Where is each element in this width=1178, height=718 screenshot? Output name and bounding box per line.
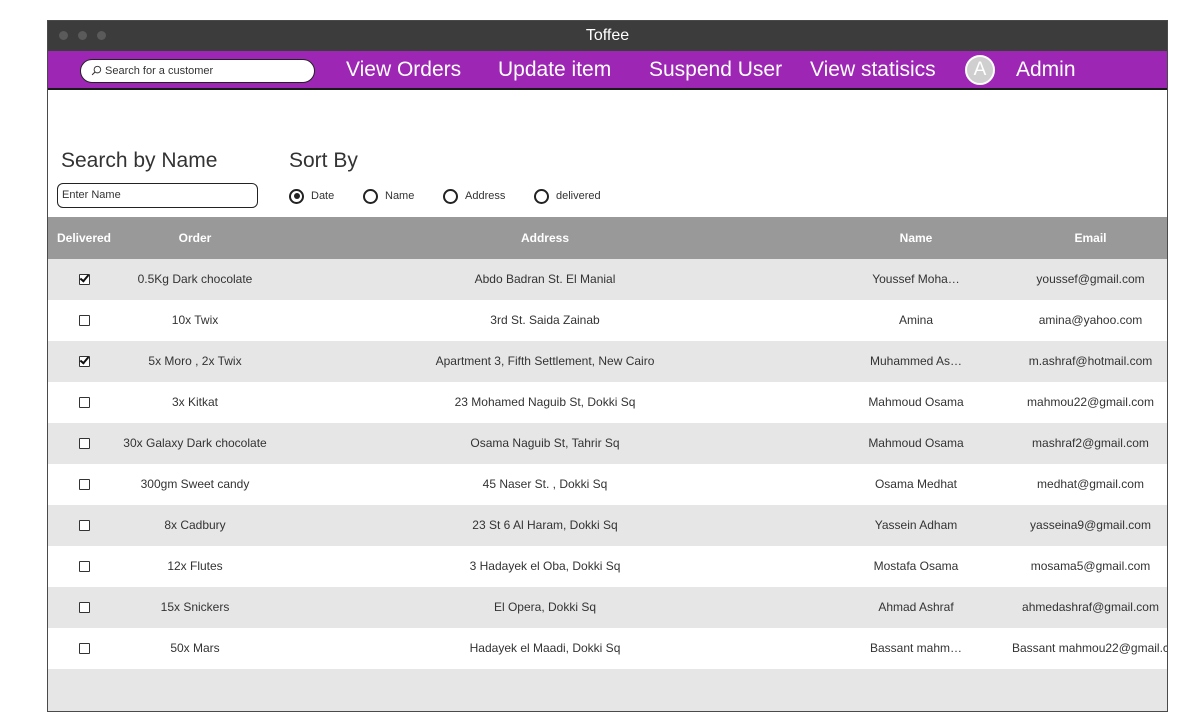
name-cell: Amina bbox=[898, 313, 933, 327]
top-navbar: Search for a customer View Orders Update… bbox=[48, 51, 1167, 90]
name-cell: Mostafa Osama bbox=[873, 559, 959, 573]
table-row[interactable]: 0.5Kg Dark chocolate Abdo Badran St. El … bbox=[48, 259, 1167, 300]
app-window: Toffee Search for a customer View Orders… bbox=[47, 20, 1168, 712]
order-cell: 30x Galaxy Dark chocolate bbox=[123, 436, 267, 450]
name-cell: Youssef Moha… bbox=[872, 272, 960, 286]
table-row[interactable]: 5x Moro , 2x Twix Apartment 3, Fifth Set… bbox=[48, 341, 1167, 382]
delivered-checkbox-checked[interactable] bbox=[79, 356, 90, 367]
table-row[interactable]: 30x Galaxy Dark chocolate Osama Naguib S… bbox=[48, 423, 1167, 464]
nav-admin[interactable]: Admin bbox=[1016, 55, 1076, 85]
title-bar: Toffee bbox=[48, 21, 1167, 51]
name-cell: Osama Medhat bbox=[874, 477, 958, 491]
sort-radio-label: Address bbox=[465, 190, 506, 202]
name-search-input[interactable]: Enter Name bbox=[57, 183, 258, 208]
delivered-checkbox[interactable] bbox=[79, 602, 90, 613]
header-delivered[interactable]: Delivered bbox=[48, 217, 120, 259]
email-cell: ahmedashraf@gmail.com bbox=[1022, 600, 1159, 614]
name-cell: Muhammed As… bbox=[869, 354, 963, 368]
customer-search-input[interactable]: Search for a customer bbox=[80, 59, 315, 83]
delivered-checkbox[interactable] bbox=[79, 438, 90, 449]
search-icon bbox=[91, 65, 102, 76]
header-address[interactable]: Address bbox=[270, 217, 820, 259]
delivered-checkbox[interactable] bbox=[79, 479, 90, 490]
name-cell: Yassein Adham bbox=[874, 518, 958, 532]
table-row[interactable]: 10x Twix 3rd St. Saida Zainab Amina amin… bbox=[48, 300, 1167, 341]
address-cell: 3 Hadayek el Oba, Dokki Sq bbox=[469, 559, 621, 573]
header-order[interactable]: Order bbox=[120, 217, 270, 259]
order-cell: 8x Cadbury bbox=[164, 518, 226, 532]
header-email[interactable]: Email bbox=[1012, 217, 1167, 259]
email-cell: mashraf2@gmail.com bbox=[1032, 436, 1149, 450]
sort-by-heading: Sort By bbox=[289, 149, 358, 172]
radio-unselected-icon bbox=[534, 188, 549, 204]
delivered-checkbox[interactable] bbox=[79, 315, 90, 326]
address-cell: Hadayek el Maadi, Dokki Sq bbox=[469, 641, 621, 655]
table-row[interactable]: 300gm Sweet candy 45 Naser St. , Dokki S… bbox=[48, 464, 1167, 505]
radio-unselected-icon bbox=[363, 188, 378, 204]
email-cell: mosama5@gmail.com bbox=[1030, 559, 1151, 573]
order-cell: 50x Mars bbox=[170, 641, 220, 655]
table-row[interactable]: 3x Kitkat 23 Mohamed Naguib St, Dokki Sq… bbox=[48, 382, 1167, 423]
sort-radio-label: Date bbox=[311, 190, 335, 202]
email-cell: amina@yahoo.com bbox=[1038, 313, 1143, 327]
name-cell: Bassant mahm… bbox=[869, 641, 963, 655]
order-cell: 10x Twix bbox=[171, 313, 219, 327]
email-cell: mahmou22@gmail.com bbox=[1027, 395, 1154, 409]
table-footer bbox=[48, 669, 1167, 711]
delivered-checkbox-checked[interactable] bbox=[79, 274, 90, 285]
order-cell: 12x Flutes bbox=[167, 559, 223, 573]
address-cell: Apartment 3, Fifth Settlement, New Cairo bbox=[435, 354, 655, 368]
sort-radio-address[interactable]: Address bbox=[443, 188, 506, 204]
name-cell: Ahmad Ashraf bbox=[878, 600, 954, 614]
table-row[interactable]: 8x Cadbury 23 St 6 Al Haram, Dokki Sq Ya… bbox=[48, 505, 1167, 546]
email-cell: medhat@gmail.com bbox=[1037, 477, 1144, 491]
radio-selected-icon bbox=[289, 188, 304, 204]
sort-radio-date[interactable]: Date bbox=[289, 188, 335, 204]
delivered-checkbox[interactable] bbox=[79, 643, 90, 654]
radio-unselected-icon bbox=[443, 188, 458, 204]
header-name[interactable]: Name bbox=[820, 217, 1012, 259]
sort-radio-label: Name bbox=[385, 190, 415, 202]
name-cell: Mahmoud Osama bbox=[868, 436, 964, 450]
sort-radio-delivered[interactable]: delivered bbox=[534, 188, 601, 204]
email-cell: Bassant mahmou22@gmail.com bbox=[1012, 641, 1167, 655]
delivered-checkbox[interactable] bbox=[79, 561, 90, 572]
address-cell: Osama Naguib St, Tahrir Sq bbox=[470, 436, 620, 450]
address-cell: Abdo Badran St. El Manial bbox=[474, 272, 616, 286]
address-cell: 23 St 6 Al Haram, Dokki Sq bbox=[472, 518, 618, 532]
sort-radio-label: delivered bbox=[556, 190, 601, 202]
order-cell: 0.5Kg Dark chocolate bbox=[137, 272, 253, 286]
email-cell: youssef@gmail.com bbox=[1036, 272, 1145, 286]
table-row[interactable]: 15x Snickers El Opera, Dokki Sq Ahmad As… bbox=[48, 587, 1167, 628]
nav-view-orders[interactable]: View Orders bbox=[346, 55, 461, 85]
name-cell: Mahmoud Osama bbox=[868, 395, 964, 409]
order-cell: 300gm Sweet candy bbox=[140, 477, 250, 491]
table-header: Delivered Order Address Name Email bbox=[48, 217, 1167, 259]
table-row[interactable]: 12x Flutes 3 Hadayek el Oba, Dokki Sq Mo… bbox=[48, 546, 1167, 587]
email-cell: yasseina9@gmail.com bbox=[1030, 518, 1151, 532]
nav-view-statistics[interactable]: View statisics bbox=[810, 55, 936, 85]
order-cell: 15x Snickers bbox=[160, 600, 230, 614]
address-cell: 3rd St. Saida Zainab bbox=[490, 313, 600, 327]
search-by-name-heading: Search by Name bbox=[61, 149, 218, 172]
email-cell: m.ashraf@hotmail.com bbox=[1028, 354, 1153, 368]
address-cell: 23 Mohamed Naguib St, Dokki Sq bbox=[454, 395, 636, 409]
avatar[interactable]: A bbox=[965, 55, 995, 85]
table-row[interactable]: 50x Mars Hadayek el Maadi, Dokki Sq Bass… bbox=[48, 628, 1167, 669]
delivered-checkbox[interactable] bbox=[79, 397, 90, 408]
order-cell: 5x Moro , 2x Twix bbox=[148, 354, 242, 368]
address-cell: 45 Naser St. , Dokki Sq bbox=[482, 477, 608, 491]
window-title: Toffee bbox=[585, 27, 630, 44]
customer-search-placeholder: Search for a customer bbox=[105, 65, 214, 77]
nav-suspend-user[interactable]: Suspend User bbox=[649, 55, 782, 85]
address-cell: El Opera, Dokki Sq bbox=[493, 600, 597, 614]
delivered-checkbox[interactable] bbox=[79, 520, 90, 531]
nav-update-item[interactable]: Update item bbox=[498, 55, 611, 85]
order-cell: 3x Kitkat bbox=[171, 395, 219, 409]
sort-radio-name[interactable]: Name bbox=[363, 188, 415, 204]
